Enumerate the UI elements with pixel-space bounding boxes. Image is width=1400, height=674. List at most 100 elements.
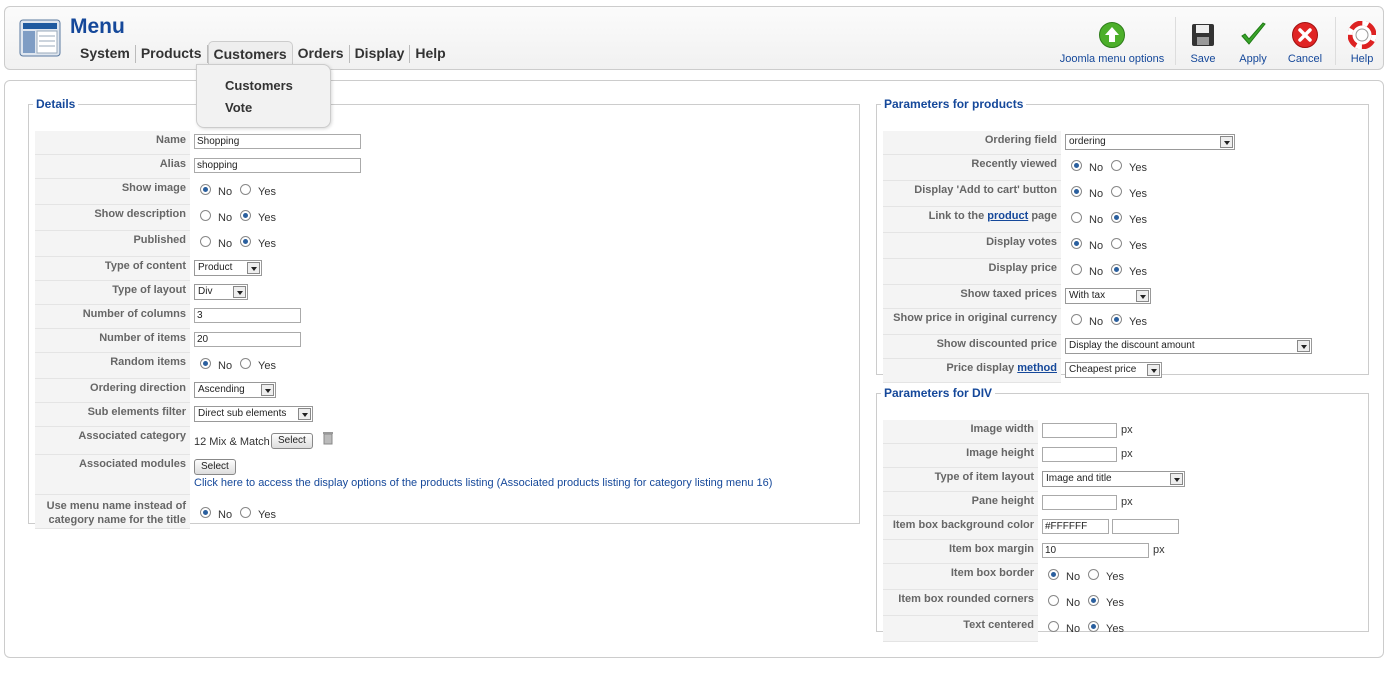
discounted-price-select[interactable]: Display the discount amount (1065, 338, 1312, 354)
recently-viewed-no-radio[interactable] (1071, 160, 1082, 171)
display-price-yes-radio[interactable] (1111, 264, 1122, 275)
original-currency-no-radio[interactable] (1071, 314, 1082, 325)
row-link-to-product: Link to the product page No Yes (883, 207, 1363, 233)
dropdown-item-customers[interactable]: Customers (225, 78, 293, 93)
show-description-yes-radio[interactable] (240, 210, 251, 221)
display-votes-yes-radio[interactable] (1111, 238, 1122, 249)
radio-yes-label: Yes (1129, 266, 1147, 278)
sub-elements-filter-select[interactable]: Direct sub elements (194, 406, 313, 422)
show-description-no-radio[interactable] (200, 210, 211, 221)
original-currency-yes-radio[interactable] (1111, 314, 1122, 325)
radio-no-label: No (1089, 316, 1104, 328)
number-of-items-label: Number of items (35, 329, 190, 353)
associated-category-select-button[interactable]: Select (271, 433, 313, 449)
save-label: Save (1190, 53, 1216, 65)
box-margin-input[interactable]: 10 (1042, 543, 1149, 558)
use-menu-name-no-radio[interactable] (200, 507, 211, 518)
radio-no-label: No (1089, 240, 1104, 252)
radio-no-label: No (1089, 162, 1104, 174)
published-yes-radio[interactable] (240, 236, 251, 247)
show-image-no-radio[interactable] (200, 184, 211, 195)
row-sub-elements-filter: Sub elements filter Direct sub elements (35, 403, 855, 427)
associated-modules-select-button[interactable]: Select (194, 459, 236, 475)
link-to-product-yes-radio[interactable] (1111, 212, 1122, 223)
menu-help[interactable]: Help (410, 45, 450, 63)
price-display-method-select[interactable]: Cheapest price (1065, 362, 1162, 378)
show-description-label: Show description (35, 205, 190, 231)
customers-dropdown-menu: Customers Vote (196, 64, 331, 128)
dropdown-item-vote[interactable]: Vote (225, 100, 252, 115)
type-of-layout-select[interactable]: Div (194, 284, 248, 300)
apply-button[interactable]: Apply (1233, 21, 1273, 65)
ordering-direction-select[interactable]: Ascending (194, 382, 276, 398)
menu-orders[interactable]: Orders (293, 45, 350, 63)
bg-color-preview[interactable] (1112, 519, 1179, 534)
type-of-content-select[interactable]: Product (194, 260, 262, 276)
type-of-content-label: Type of content (35, 257, 190, 281)
rounded-corners-yes-radio[interactable] (1088, 595, 1099, 606)
joomla-menu-options-label: Joomla menu options (1059, 53, 1165, 65)
radio-yes-label: Yes (258, 360, 276, 372)
bg-color-input[interactable]: #FFFFFF (1042, 519, 1109, 534)
item-layout-select[interactable]: Image and title (1042, 471, 1185, 487)
dropdown-arrow-icon (298, 408, 311, 420)
number-of-columns-label: Number of columns (35, 305, 190, 329)
apply-label: Apply (1239, 53, 1267, 65)
show-image-yes-radio[interactable] (240, 184, 251, 195)
radio-no-label: No (1089, 188, 1104, 200)
pane-height-input[interactable] (1042, 495, 1117, 510)
menu-products[interactable]: Products (136, 45, 208, 63)
original-currency-label: Show price in original currency (883, 309, 1061, 335)
image-height-label: Image height (883, 444, 1038, 468)
menu-display[interactable]: Display (350, 45, 411, 63)
use-menu-name-yes-radio[interactable] (240, 507, 251, 518)
display-votes-no-radio[interactable] (1071, 238, 1082, 249)
recently-viewed-yes-radio[interactable] (1111, 160, 1122, 171)
image-width-input[interactable] (1042, 423, 1117, 438)
row-box-margin: Item box margin 10 px (883, 540, 1363, 564)
div-parameters-fieldset: Parameters for DIV Image width px Image … (876, 386, 1369, 642)
box-border-yes-radio[interactable] (1088, 569, 1099, 580)
help-button[interactable]: Help (1345, 20, 1379, 65)
show-taxed-prices-select[interactable]: With tax (1065, 288, 1151, 304)
display-votes-label: Display votes (883, 233, 1061, 259)
use-menu-name-label-line2: category name for the title (48, 514, 186, 526)
box-border-no-radio[interactable] (1048, 569, 1059, 580)
joomla-menu-options-button[interactable]: Joomla menu options (1057, 21, 1167, 65)
random-items-no-radio[interactable] (200, 358, 211, 369)
ordering-field-label: Ordering field (883, 131, 1061, 155)
dropdown-arrow-icon (247, 262, 260, 274)
name-input[interactable]: Shopping (194, 134, 361, 149)
row-bg-color: Item box background color #FFFFFF (883, 516, 1363, 540)
display-price-no-radio[interactable] (1071, 264, 1082, 275)
image-height-input[interactable] (1042, 447, 1117, 462)
rounded-corners-no-radio[interactable] (1048, 595, 1059, 606)
row-type-of-content: Type of content Product (35, 257, 855, 281)
row-item-layout: Type of item layout Image and title (883, 468, 1363, 492)
type-of-layout-value: Div (198, 286, 213, 297)
trash-icon[interactable] (323, 431, 333, 448)
save-button[interactable]: Save (1185, 21, 1221, 65)
products-listing-options-link[interactable]: Click here to access the display options… (194, 477, 772, 489)
cancel-label: Cancel (1287, 53, 1323, 65)
use-menu-name-label: Use menu name instead of category name f… (35, 495, 190, 529)
row-alias: Alias shopping (35, 155, 855, 179)
menu-system[interactable]: System (75, 45, 136, 63)
cancel-button[interactable]: Cancel (1283, 21, 1327, 65)
text-centered-no-radio[interactable] (1048, 621, 1059, 632)
row-show-taxed-prices: Show taxed prices With tax (883, 285, 1363, 309)
ordering-field-select[interactable]: ordering (1065, 134, 1235, 150)
dropdown-arrow-icon (261, 384, 274, 396)
number-of-columns-input[interactable]: 3 (194, 308, 301, 323)
method-help-link[interactable]: method (1017, 362, 1057, 374)
published-no-radio[interactable] (200, 236, 211, 247)
random-items-yes-radio[interactable] (240, 358, 251, 369)
menu-customers[interactable]: Customers (207, 41, 293, 64)
link-to-product-no-radio[interactable] (1071, 212, 1082, 223)
alias-input[interactable]: shopping (194, 158, 361, 173)
add-to-cart-no-radio[interactable] (1071, 186, 1082, 197)
product-help-link[interactable]: product (987, 210, 1028, 222)
text-centered-yes-radio[interactable] (1088, 621, 1099, 632)
add-to-cart-yes-radio[interactable] (1111, 186, 1122, 197)
number-of-items-input[interactable]: 20 (194, 332, 301, 347)
